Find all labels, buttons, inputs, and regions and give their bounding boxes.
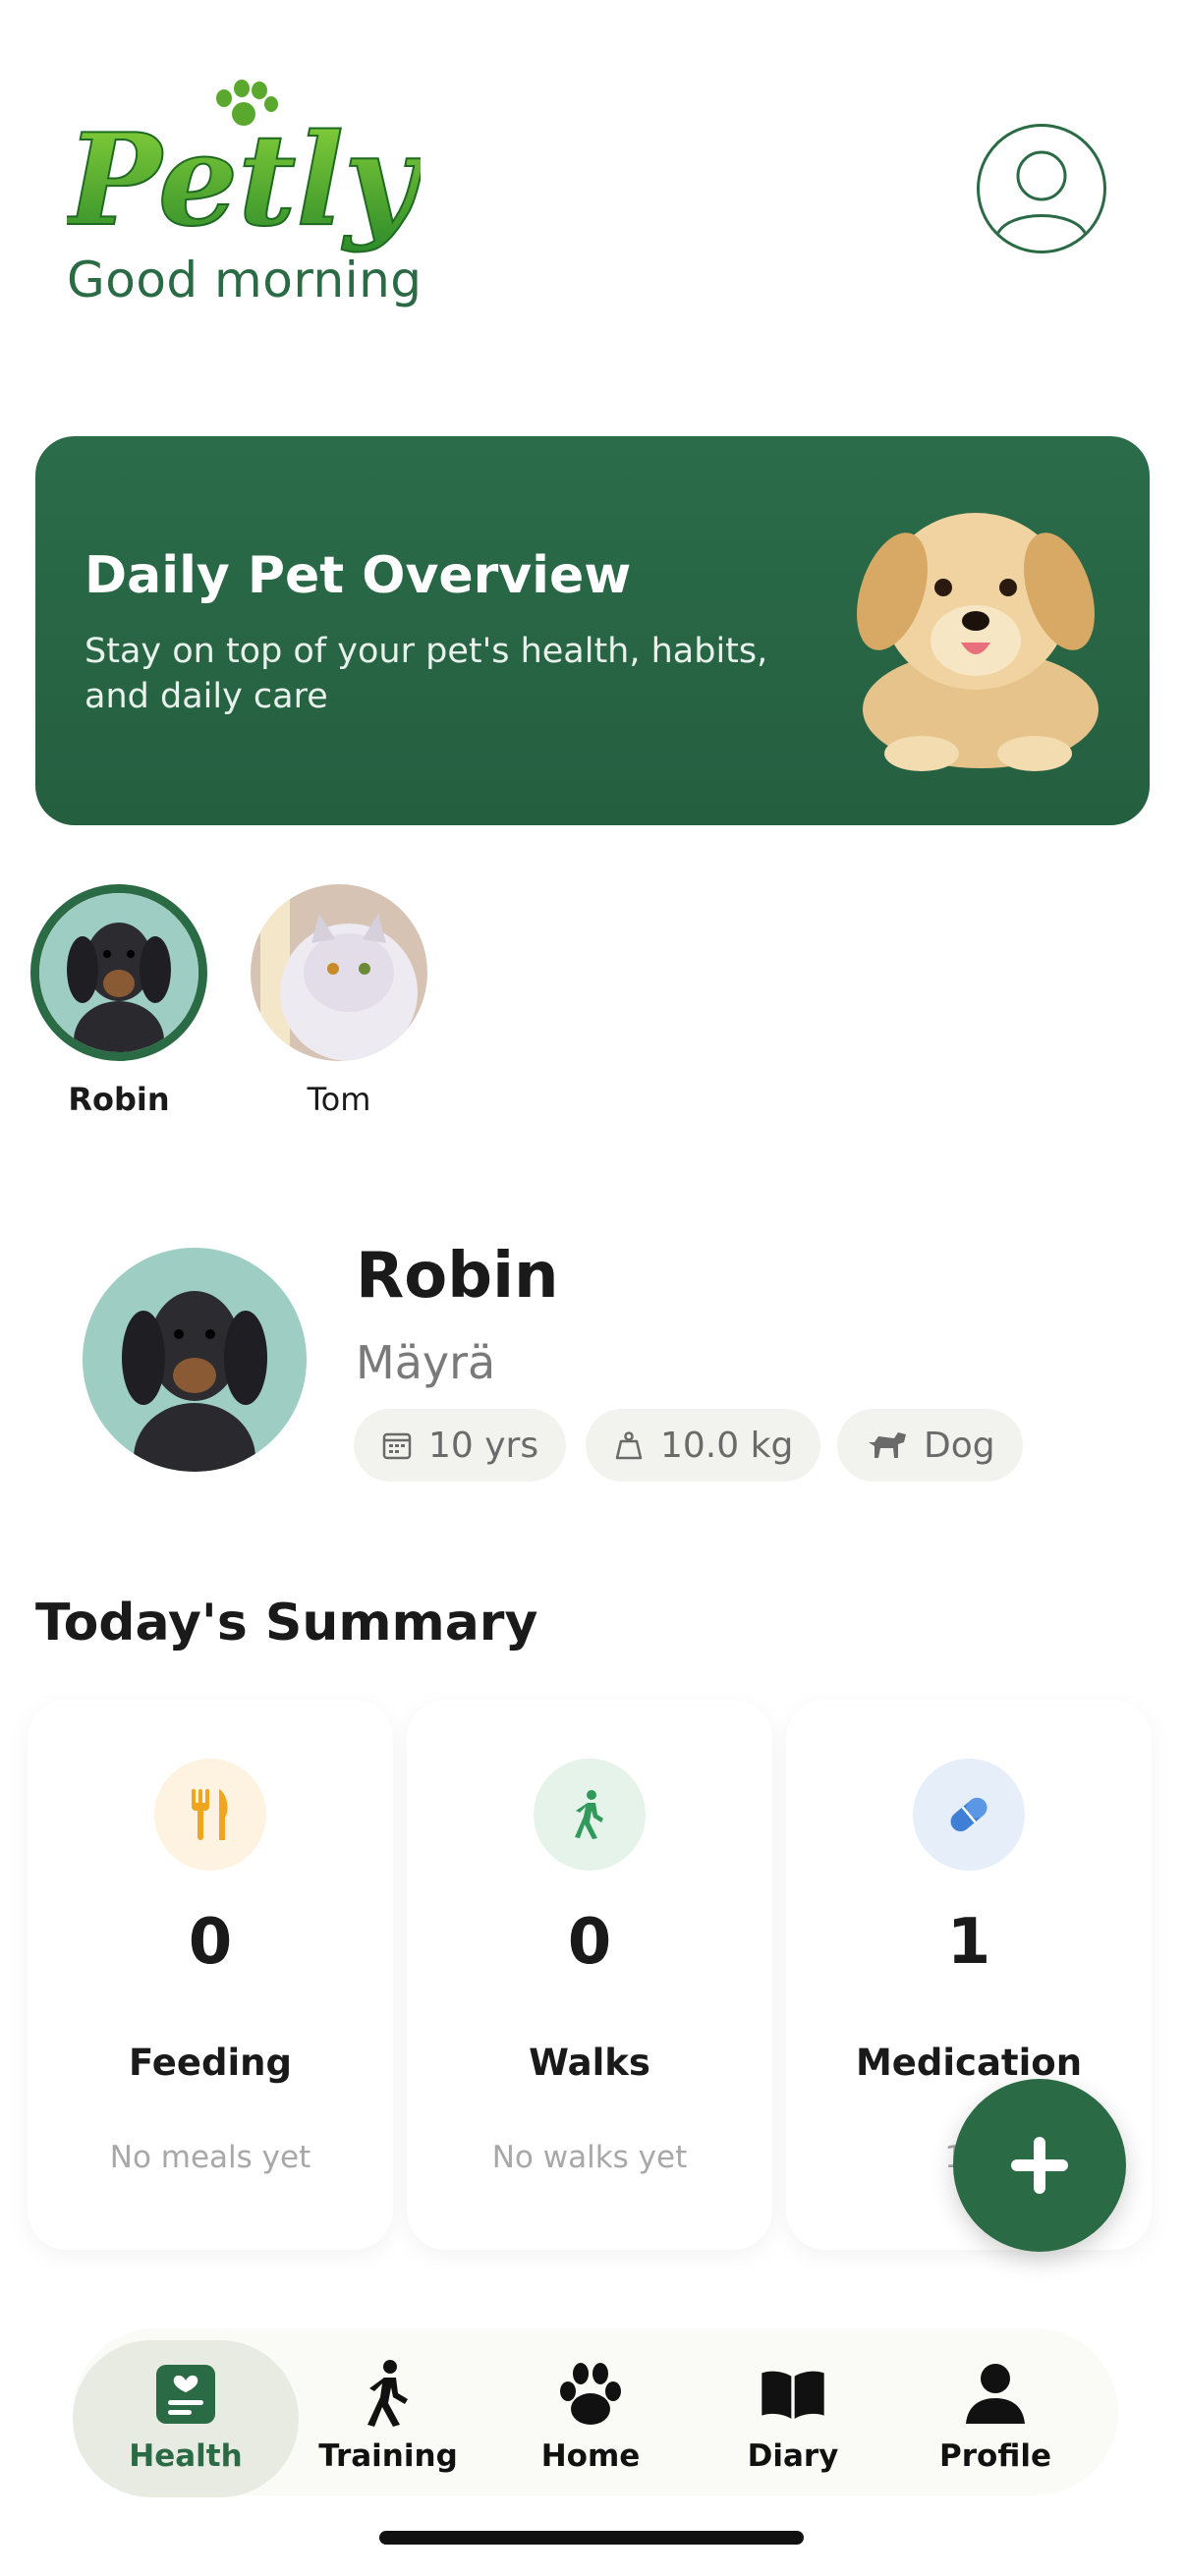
pet-selector-robin[interactable]: Robin bbox=[26, 884, 212, 1118]
person-icon bbox=[961, 2360, 1030, 2429]
pet-name: Tom bbox=[307, 1081, 371, 1118]
medication-label: Medication bbox=[855, 2042, 1083, 2084]
pill-icon bbox=[950, 1797, 988, 1832]
walking-icon bbox=[575, 1790, 603, 1839]
bottom-tab-bar: Health Training Home Diary Profile bbox=[73, 2328, 1118, 2497]
medication-count: 1 bbox=[946, 1906, 991, 1979]
tab-label: Training bbox=[318, 2438, 458, 2474]
pet-profile-breed: Mäyrä bbox=[356, 1336, 496, 1389]
walks-status: No walks yet bbox=[491, 2140, 688, 2175]
pet-avatar-robin bbox=[30, 884, 207, 1061]
account-button[interactable] bbox=[977, 124, 1106, 253]
tab-profile[interactable]: Profile bbox=[897, 2328, 1094, 2486]
petly-logo: Petly bbox=[63, 77, 425, 273]
tab-health[interactable]: Health bbox=[87, 2328, 284, 2486]
weight-label: 10.0 kg bbox=[660, 1425, 794, 1466]
tab-label: Diary bbox=[747, 2438, 839, 2474]
home-indicator bbox=[379, 2531, 804, 2545]
calendar-icon bbox=[382, 1432, 412, 1460]
summary-title: Today's Summary bbox=[35, 1594, 538, 1652]
book-icon bbox=[759, 2360, 827, 2429]
feeding-label: Feeding bbox=[129, 2042, 292, 2084]
plus-icon bbox=[1011, 2137, 1068, 2194]
tab-diary[interactable]: Diary bbox=[695, 2328, 891, 2486]
banner-title: Daily Pet Overview bbox=[85, 546, 632, 605]
weight-icon bbox=[615, 1431, 643, 1460]
pet-avatar-tom bbox=[251, 884, 427, 1061]
species-label: Dog bbox=[924, 1425, 995, 1466]
tab-home[interactable]: Home bbox=[492, 2328, 689, 2486]
user-icon bbox=[995, 150, 1088, 236]
age-tag: 10 yrs bbox=[354, 1409, 567, 1482]
greeting-text: Good morning bbox=[67, 252, 423, 308]
feeding-status: No meals yet bbox=[109, 2140, 311, 2175]
dog-icon bbox=[869, 1432, 906, 1458]
walks-card[interactable]: 0 Walks No walks yet bbox=[407, 1700, 772, 2250]
pet-selector-tom[interactable]: Tom bbox=[246, 884, 432, 1118]
walks-icon-circle bbox=[534, 1759, 646, 1871]
add-button[interactable] bbox=[953, 2079, 1126, 2252]
puppy-illustration bbox=[833, 483, 1118, 778]
tab-label: Profile bbox=[939, 2438, 1051, 2474]
tab-label: Home bbox=[540, 2438, 641, 2474]
pet-name: Robin bbox=[68, 1081, 170, 1118]
medication-icon-circle bbox=[913, 1759, 1025, 1871]
svg-text:Petly: Petly bbox=[67, 107, 421, 254]
daily-overview-banner[interactable]: Daily Pet Overview Stay on top of your p… bbox=[35, 436, 1150, 825]
paw-icon bbox=[556, 2360, 625, 2429]
pet-profile-avatar bbox=[83, 1248, 307, 1472]
pet-profile-name: Robin bbox=[356, 1240, 559, 1313]
feeding-count: 0 bbox=[188, 1906, 233, 1979]
tab-training[interactable]: Training bbox=[290, 2328, 486, 2486]
health-icon bbox=[151, 2360, 220, 2429]
weight-tag: 10.0 kg bbox=[586, 1409, 821, 1482]
banner-subtitle: Stay on top of your pet's health, habits… bbox=[85, 632, 768, 716]
walks-count: 0 bbox=[567, 1906, 612, 1979]
tab-label: Health bbox=[129, 2438, 243, 2474]
feeding-icon-circle bbox=[154, 1759, 266, 1871]
species-tag: Dog bbox=[837, 1409, 1023, 1482]
fork-knife-icon bbox=[192, 1789, 228, 1840]
walks-label: Walks bbox=[529, 2042, 650, 2084]
training-icon bbox=[354, 2360, 423, 2429]
feeding-card[interactable]: 0 Feeding No meals yet bbox=[28, 1700, 393, 2250]
age-label: 10 yrs bbox=[428, 1425, 539, 1466]
